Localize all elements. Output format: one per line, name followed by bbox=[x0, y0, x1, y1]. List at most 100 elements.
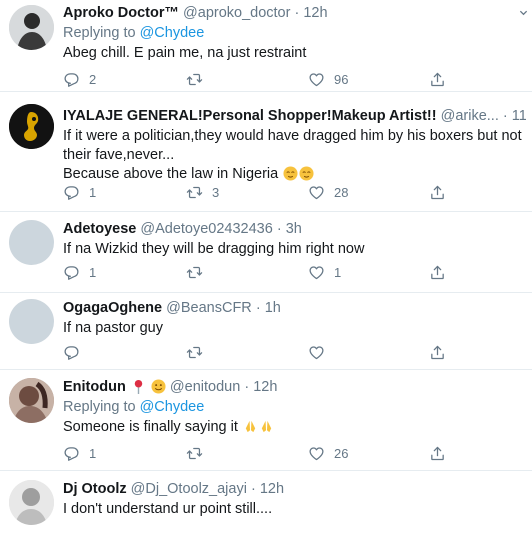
share-button[interactable] bbox=[429, 342, 446, 362]
tweet-text-line: their fave,never... bbox=[63, 147, 175, 163]
tweet-header: Adetoyese @Adetoye02432436 · 3h bbox=[63, 220, 526, 239]
username[interactable]: @enitodun bbox=[170, 379, 240, 395]
tweet[interactable]: IYALAJE GENERAL!Personal Shopper!Makeup … bbox=[0, 92, 532, 212]
tweet-header: Dj Otoolz @Dj_Otoolz_ajayi · 12h bbox=[63, 480, 526, 499]
separator: · bbox=[250, 481, 256, 497]
avatar[interactable] bbox=[9, 5, 54, 50]
tweet-text: Someone is finally saying it bbox=[63, 418, 526, 437]
retweet-button[interactable] bbox=[186, 262, 212, 282]
share-button[interactable] bbox=[429, 182, 446, 202]
retweet-button[interactable] bbox=[186, 342, 212, 362]
share-button[interactable] bbox=[429, 262, 446, 282]
like-button[interactable]: 1 bbox=[308, 262, 341, 282]
like-button[interactable]: 96 bbox=[308, 69, 348, 89]
tweet-text-line: Someone is finally saying it bbox=[63, 419, 238, 435]
avatar[interactable] bbox=[9, 299, 54, 344]
tweet-text: I don't understand ur point still.... bbox=[63, 501, 273, 517]
tweet-header: OgagaOghene @BeansCFR · 1h bbox=[63, 299, 526, 318]
tweet-text: Abeg chill. E pain me, na just restraint bbox=[63, 45, 307, 61]
username[interactable]: @Dj_Otoolz_ajayi bbox=[131, 481, 247, 497]
reply-count: 1 bbox=[89, 264, 97, 280]
reply-icon bbox=[63, 445, 80, 462]
retweet-icon bbox=[186, 445, 203, 462]
mention-link[interactable]: @Chydee bbox=[140, 25, 205, 41]
reply-icon bbox=[63, 344, 80, 361]
username[interactable]: @aproko_doctor bbox=[183, 5, 290, 21]
tweet-header: Enitodun @enitodun · 12h bbox=[63, 378, 526, 397]
retweet-icon bbox=[186, 71, 203, 88]
username[interactable]: @Adetoye02432436 bbox=[140, 221, 272, 237]
share-button[interactable] bbox=[429, 69, 446, 89]
separator: · bbox=[502, 108, 508, 124]
avatar[interactable] bbox=[9, 104, 54, 149]
username[interactable]: @arike... bbox=[441, 108, 499, 124]
reply-button[interactable]: 1 bbox=[63, 182, 96, 202]
reply-button[interactable]: 2 bbox=[63, 69, 96, 89]
tweet[interactable]: Aproko Doctor™ @aproko_doctor · 12h Repl… bbox=[0, 0, 532, 92]
username[interactable]: @BeansCFR bbox=[166, 300, 252, 316]
tweet-text: If na Wizkid they will be dragging him r… bbox=[63, 241, 365, 257]
share-icon bbox=[429, 445, 446, 462]
like-button[interactable]: 28 bbox=[308, 182, 348, 202]
like-count: 28 bbox=[334, 184, 349, 200]
like-count: 96 bbox=[334, 71, 349, 87]
retweet-icon bbox=[186, 184, 203, 201]
share-icon bbox=[429, 71, 446, 88]
tweet-text: If na pastor guy bbox=[63, 320, 163, 336]
share-button[interactable] bbox=[429, 443, 446, 463]
avatar[interactable] bbox=[9, 378, 54, 423]
reply-count: 1 bbox=[89, 184, 97, 200]
separator: · bbox=[244, 379, 250, 395]
replying-to-label: Replying to bbox=[63, 25, 136, 41]
timestamp[interactable]: 12h bbox=[260, 481, 284, 497]
heart-icon bbox=[308, 71, 325, 88]
tweet-header: Aproko Doctor™ @aproko_doctor · 12h bbox=[63, 4, 526, 23]
share-icon bbox=[429, 184, 446, 201]
display-name[interactable]: Adetoyese bbox=[63, 221, 136, 237]
reply-button[interactable] bbox=[63, 342, 89, 362]
mention-link[interactable]: @Chydee bbox=[140, 399, 205, 415]
chevron-down-icon[interactable] bbox=[519, 8, 528, 17]
separator: · bbox=[294, 5, 300, 21]
timestamp[interactable]: 1h bbox=[265, 300, 281, 316]
timestamp[interactable]: 12h bbox=[253, 379, 277, 395]
retweet-button[interactable] bbox=[186, 69, 212, 89]
retweet-count: 3 bbox=[212, 184, 220, 200]
reply-button[interactable]: 1 bbox=[63, 443, 96, 463]
share-icon bbox=[429, 344, 446, 361]
reply-button[interactable]: 1 bbox=[63, 262, 96, 282]
avatar[interactable] bbox=[9, 480, 54, 525]
retweet-button[interactable]: 3 bbox=[186, 182, 219, 202]
separator: · bbox=[276, 221, 282, 237]
avatar[interactable] bbox=[9, 220, 54, 265]
timestamp[interactable]: 11h bbox=[512, 108, 526, 124]
display-name[interactable]: Aproko Doctor™ bbox=[63, 5, 179, 21]
share-icon bbox=[429, 264, 446, 281]
tweet[interactable]: Dj Otoolz @Dj_Otoolz_ajayi · 12h I don't… bbox=[0, 471, 532, 534]
tweet-header: IYALAJE GENERAL!Personal Shopper!Makeup … bbox=[63, 107, 526, 126]
like-count: 26 bbox=[334, 445, 349, 461]
folded-hands-emoji-icon bbox=[245, 420, 256, 433]
display-name[interactable]: IYALAJE GENERAL!Personal Shopper!Makeup … bbox=[63, 108, 437, 124]
like-button[interactable]: 26 bbox=[308, 443, 348, 463]
like-button[interactable] bbox=[308, 342, 334, 362]
timestamp[interactable]: 12h bbox=[303, 5, 327, 21]
retweet-icon bbox=[186, 264, 203, 281]
replying-to: Replying to @Chydee bbox=[63, 398, 526, 417]
retweet-button[interactable] bbox=[186, 443, 212, 463]
separator: · bbox=[255, 300, 261, 316]
tweet-text: If it were a politician,they would have … bbox=[63, 127, 526, 184]
reply-icon bbox=[63, 71, 80, 88]
display-name[interactable]: Dj Otoolz bbox=[63, 481, 127, 497]
timestamp[interactable]: 3h bbox=[286, 221, 302, 237]
tweet-text-line: Because above the law in Nigeria bbox=[63, 166, 279, 182]
heart-icon bbox=[308, 445, 325, 462]
reply-count: 2 bbox=[89, 71, 97, 87]
round-pushpin-icon bbox=[134, 379, 143, 394]
tweet[interactable]: OgagaOghene @BeansCFR · 1h If na pastor … bbox=[0, 293, 532, 370]
display-name[interactable]: Enitodun bbox=[63, 379, 126, 395]
display-name[interactable]: OgagaOghene bbox=[63, 300, 162, 316]
tweet[interactable]: Enitodun @enitodun · 12h Replying to @Ch… bbox=[0, 370, 532, 471]
folded-hands-emoji-icon bbox=[261, 420, 272, 433]
tweet[interactable]: Adetoyese @Adetoye02432436 · 3h If na Wi… bbox=[0, 212, 532, 293]
